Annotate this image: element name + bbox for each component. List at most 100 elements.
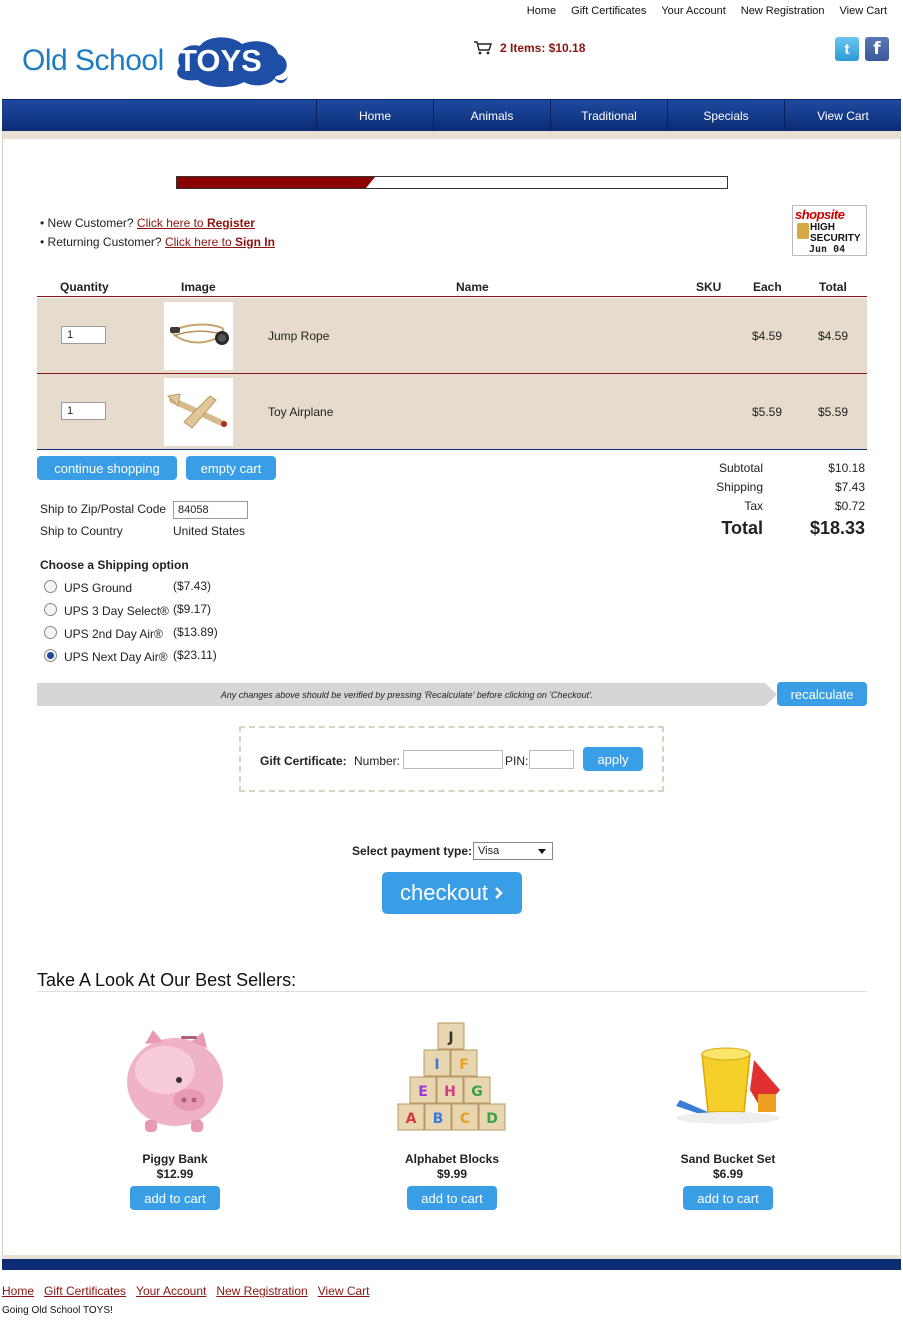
empty-cart-button[interactable]: empty cart [186,456,276,480]
badge-line-2: SECURITY [810,233,861,244]
tax-label: Tax [744,499,763,513]
checkout-button[interactable]: checkout [382,872,522,914]
grand-total-label: Total [721,518,763,538]
item-name[interactable]: Jump Rope [268,329,329,343]
country-row: Ship to Country United States [40,524,340,538]
product-name[interactable]: Sand Bucket Set [643,1152,813,1166]
footer-bar [2,1255,901,1270]
top-link-your-account[interactable]: Your Account [661,5,725,17]
new-customer-label: • New Customer? [40,216,134,230]
item-each-price: $5.59 [752,405,783,419]
item-name[interactable]: Toy Airplane [268,405,333,419]
nav-view-cart[interactable]: View Cart [784,100,901,131]
svg-text:H: H [444,1084,456,1100]
cart-summary[interactable]: 2 Items: $10.18 [474,41,585,55]
gift-pin-input[interactable] [529,750,574,769]
product-thumbnail[interactable] [164,378,233,446]
badge-security-text: HIGH SECURITY [810,222,861,244]
badge-brand: shopsite [795,207,845,222]
product-image[interactable] [658,1020,798,1140]
radio-button[interactable] [44,626,57,639]
nav-home[interactable]: Home [316,100,433,131]
apply-button[interactable]: apply [583,747,643,771]
product-price: $6.99 [712,1167,744,1181]
continue-shopping-button[interactable]: continue shopping [37,456,177,480]
toy-airplane-image [166,393,227,429]
add-to-cart-button[interactable]: add to cart [407,1186,497,1210]
footer-link-gift-certificates[interactable]: Gift Certificates [44,1284,126,1298]
svg-text:B: B [433,1111,444,1127]
top-link-new-registration[interactable]: New Registration [741,5,825,17]
footer-link-new-registration[interactable]: New Registration [216,1284,307,1298]
quantity-input[interactable]: 1 [61,402,106,420]
footer-link-view-cart[interactable]: View Cart [318,1284,370,1298]
top-links: Home Gift Certificates Your Account New … [527,5,887,17]
top-link-gift-certificates[interactable]: Gift Certificates [571,5,646,17]
radio-button[interactable] [44,603,57,616]
shipping-option-price: ($23.11) [173,648,217,662]
shipping-option-ups-next-day[interactable]: UPS Next Day Air® ($23.11) [44,648,244,666]
gift-certificate-label: Gift Certificate: [260,754,347,768]
facebook-icon[interactable]: f [865,37,889,61]
checkout-progress-bar [176,176,728,189]
svg-text:G: G [471,1084,483,1100]
nav-traditional[interactable]: Traditional [550,100,667,131]
product-price: $12.99 [156,1167,194,1181]
shipping-option-ups-ground[interactable]: UPS Ground ($7.43) [44,579,244,597]
payment-type-value: Visa [478,845,500,857]
svg-text:C: C [460,1111,470,1127]
cart-row: 1 Jump Rope $4.59 $4.59 [37,298,867,374]
zip-input[interactable]: 84058 [173,501,248,519]
top-link-view-cart[interactable]: View Cart [840,5,887,17]
cart-summary-text: 2 Items: $10.18 [500,41,586,55]
footer-link-your-account[interactable]: Your Account [136,1284,206,1298]
shipping-option-price: ($13.89) [173,625,218,639]
payment-type-select[interactable]: Visa [473,842,553,860]
shipping-option-ups-3-day[interactable]: UPS 3 Day Select® ($9.17) [44,602,244,620]
radio-button[interactable] [44,580,57,593]
footer-link-home[interactable]: Home [2,1284,34,1298]
radio-button-selected[interactable] [44,649,57,662]
returning-customer-line: • Returning Customer? Click here to Sign… [40,233,275,252]
shipping-option-ups-2nd-day[interactable]: UPS 2nd Day Air® ($13.89) [44,625,244,643]
product-image[interactable] [105,1020,245,1140]
grand-total-value: $18.33 [809,518,865,538]
footer-tagline: Going Old School TOYS! [2,1305,113,1316]
product-image[interactable]: A B C D E H G I F J [382,1020,522,1140]
chevron-right-icon [495,887,503,899]
shipping-option-label: UPS 2nd Day Air® [64,627,163,641]
quantity-input[interactable]: 1 [61,326,106,344]
register-link[interactable]: Click here to Register [137,216,255,230]
item-total-price: $4.59 [818,329,849,343]
sign-in-link-bold: Sign In [234,235,275,249]
top-link-home[interactable]: Home [527,5,556,17]
twitter-icon[interactable]: t [835,37,859,61]
piggy-bank-image [127,1030,223,1132]
sign-in-link[interactable]: Click here to Sign In [165,235,275,249]
add-to-cart-button[interactable]: add to cart [683,1186,773,1210]
totals-labels: Subtotal Shipping Tax [690,459,763,516]
product-name[interactable]: Alphabet Blocks [367,1152,537,1166]
site-logo[interactable]: Old School TOYS [22,36,290,88]
security-badge[interactable]: shopsite HIGH SECURITY Jun 04 [792,205,867,256]
payment-type-label: Select payment type: [352,844,473,858]
recalculate-button[interactable]: recalculate [777,682,867,706]
product-name[interactable]: Piggy Bank [90,1152,260,1166]
checkout-progress-fill [177,177,375,188]
shipping-option-price: ($7.43) [173,579,212,593]
recalculate-note: Any changes above should be verified by … [37,683,777,706]
tax-value: $0.72 [834,499,865,513]
shipping-option-label: UPS 3 Day Select® [64,604,169,618]
returning-customer-label: • Returning Customer? [40,235,162,249]
shipping-option-label: UPS Ground [64,581,133,595]
svg-text:D: D [486,1111,498,1127]
subtotal-label: Subtotal [718,461,763,475]
nav-animals[interactable]: Animals [433,100,550,131]
gift-number-input[interactable] [403,750,503,769]
add-to-cart-button[interactable]: add to cart [130,1186,220,1210]
product-thumbnail[interactable] [164,302,233,370]
svg-text:J: J [447,1030,453,1046]
chevron-down-icon [538,849,546,854]
logo-word-old-school: Old School [22,44,164,77]
nav-specials[interactable]: Specials [667,100,784,131]
